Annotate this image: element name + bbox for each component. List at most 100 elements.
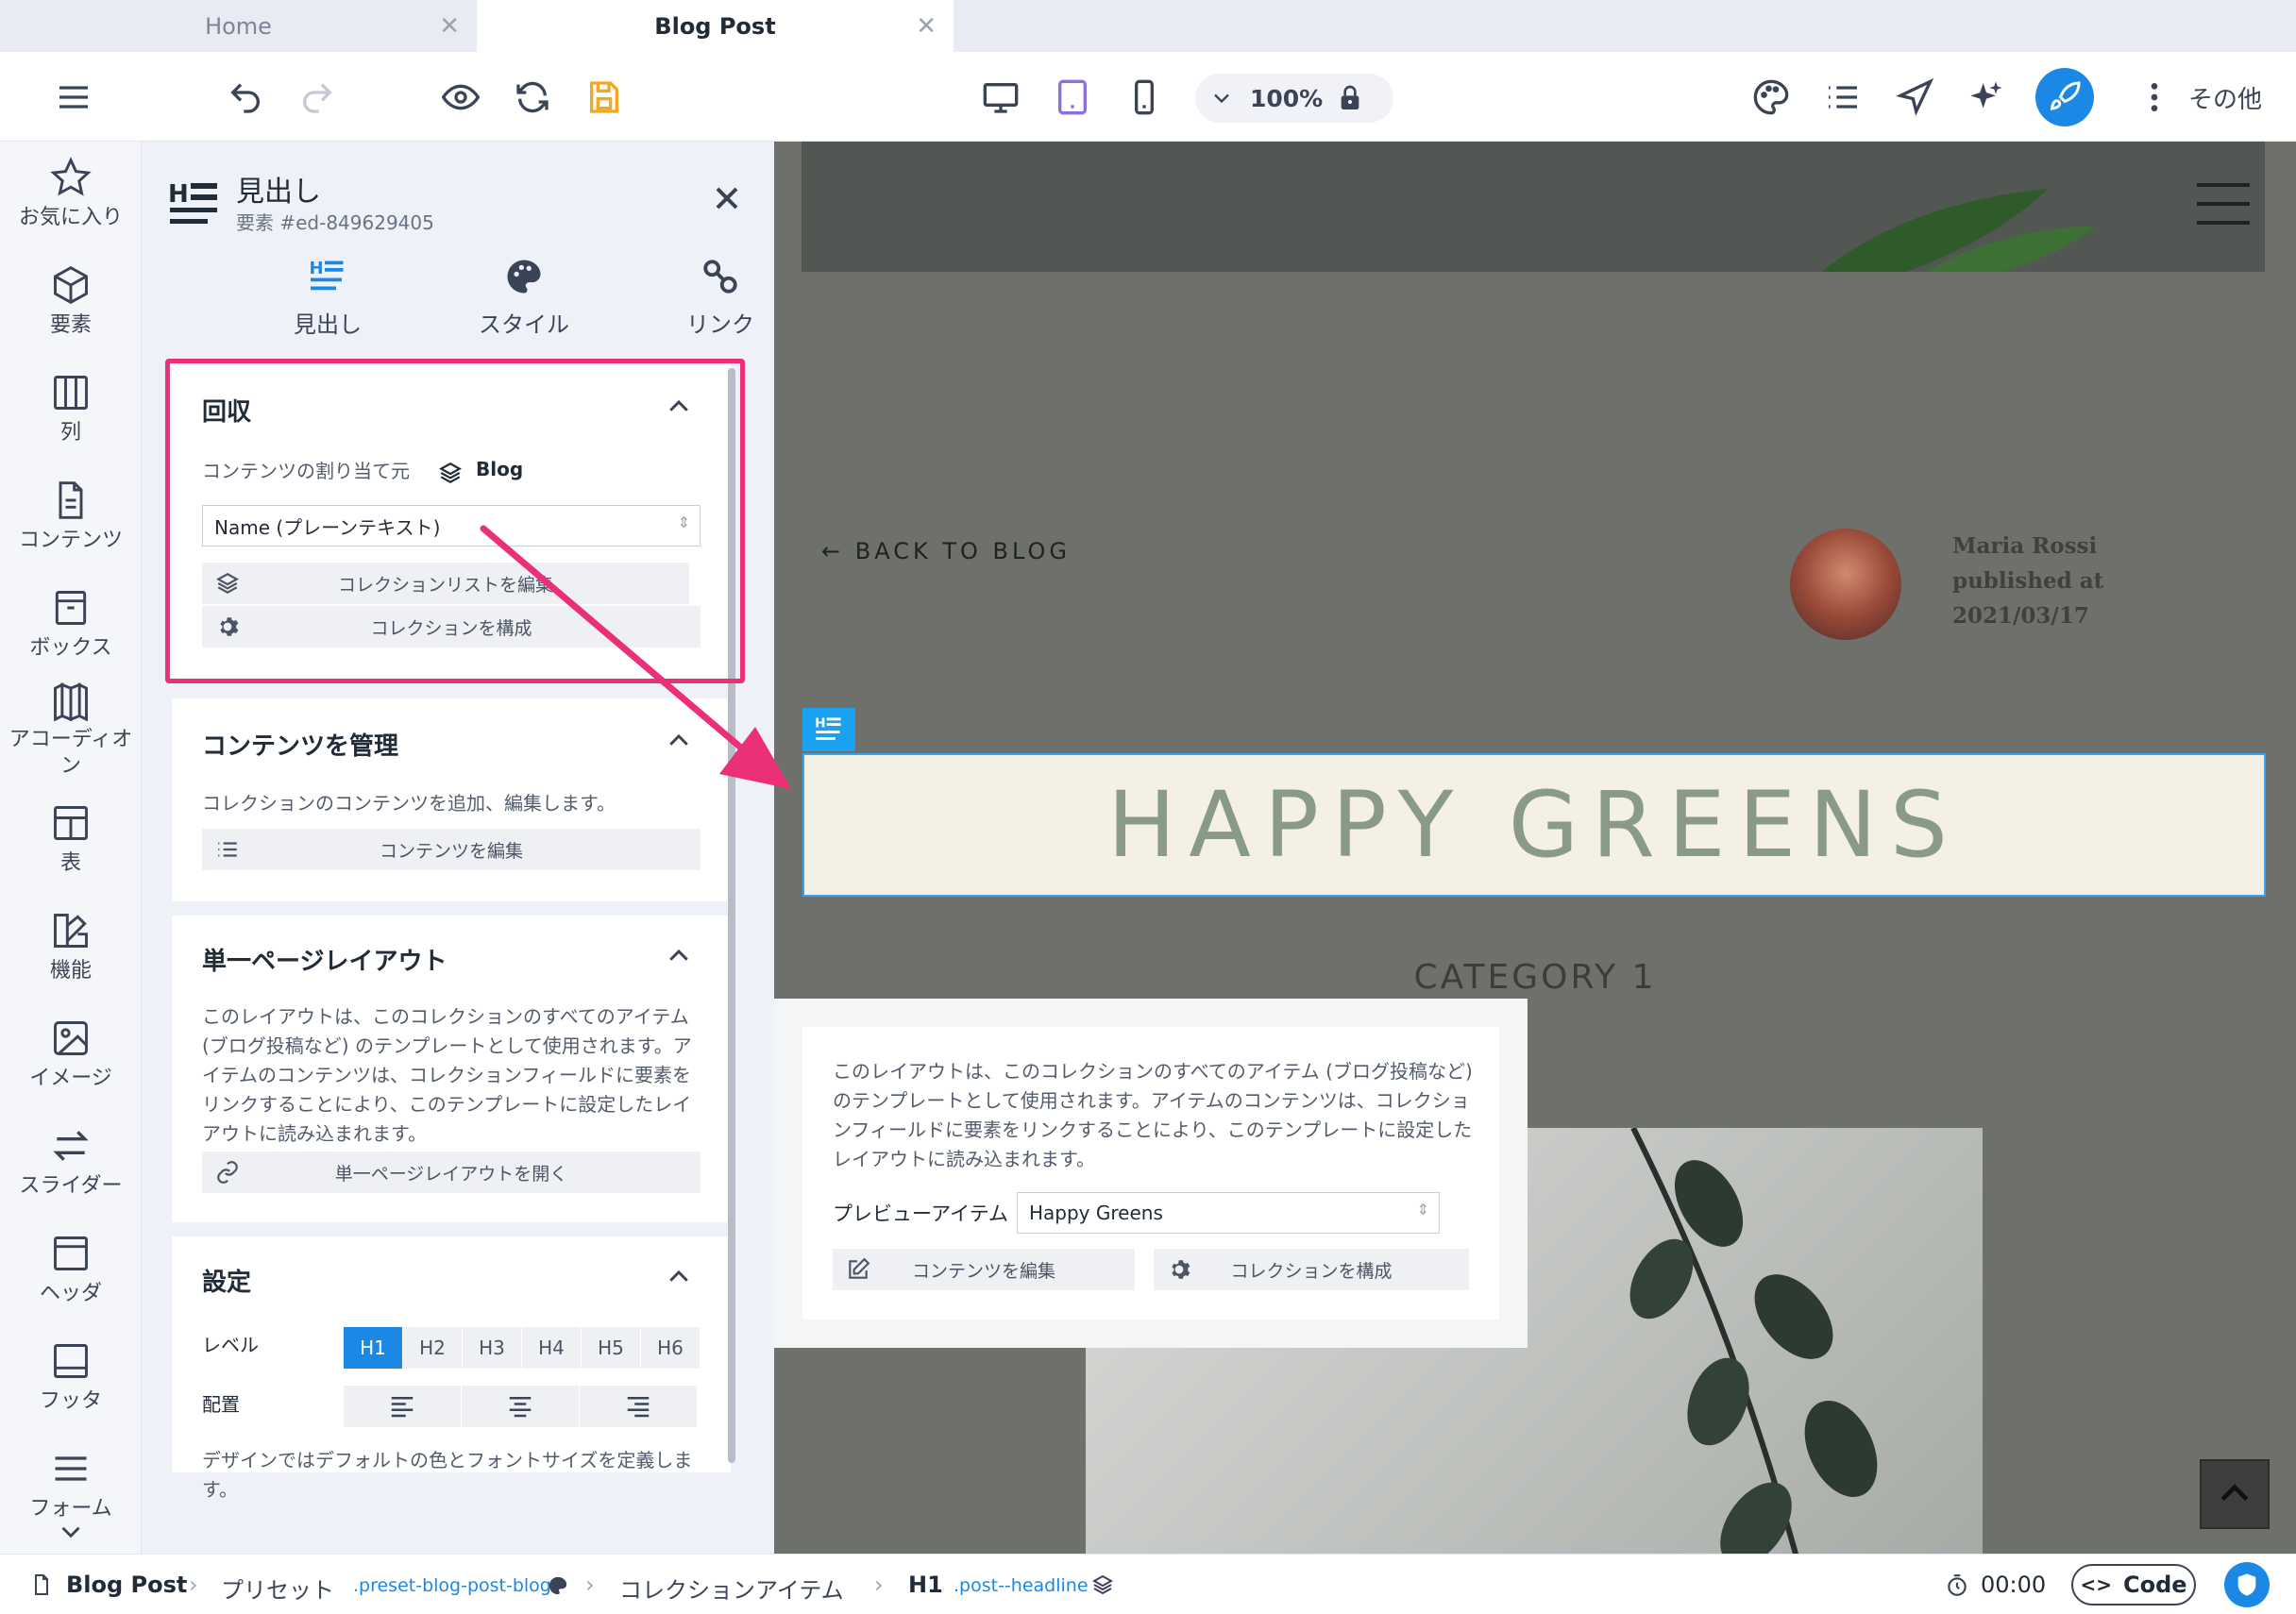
level-h2-button[interactable]: H2 [403,1327,462,1369]
button-label: 単一ページレイアウトを開く [334,1163,568,1185]
undo-icon[interactable] [219,71,272,124]
sidebar-item-slider[interactable]: スライダー [0,1125,141,1201]
align-right-icon [627,1397,650,1418]
align-left-button[interactable] [344,1386,461,1427]
close-icon[interactable]: ✕ [439,12,460,41]
link-icon [217,1161,238,1184]
manage-heading: コンテンツを管理 [202,732,399,761]
chevron-up-icon[interactable] [665,942,693,970]
panel-header: H 見出し 要素 #ed-849629405 [142,142,774,260]
breadcrumb-preset[interactable]: プリセット [221,1572,334,1605]
heading-icon: H [168,180,217,224]
settings-heading: 設定 [202,1269,252,1297]
sidebar-item-elements[interactable]: 要素 [0,264,141,340]
level-h4-button[interactable]: H4 [522,1327,581,1369]
tab-home[interactable]: Home ✕ [0,0,477,52]
tab-link[interactable]: リンク [650,257,774,339]
settings-card: 設定 レベル H1 H2 H3 H4 H5 H6 配置 デザインではデフォルトの… [172,1236,731,1501]
open-single-layout-button[interactable]: 単一ページレイアウトを開く [202,1152,701,1193]
edit-content-button[interactable]: コンテンツを編集 [202,829,701,870]
chevron-up-icon[interactable] [665,1263,693,1291]
preview-eye-icon[interactable] [434,71,487,124]
sidebar-item-accordion[interactable]: アコーディオン [0,680,141,780]
document-icon [59,481,83,519]
breadcrumb-collection[interactable]: コレクションアイテム [619,1572,844,1605]
popover-edit-content-button[interactable]: コンテンツを編集 [833,1249,1135,1290]
button-label: コンテンツを編集 [379,840,523,862]
sidebar-item-header[interactable]: ヘッダ [0,1233,141,1308]
close-icon[interactable] [708,179,746,217]
align-right-button[interactable] [580,1386,697,1427]
tab-label: Blog Post [654,12,776,40]
navigate-icon[interactable] [1888,71,1941,124]
select-arrows-icon: ⇕ [1416,1201,1429,1219]
more-vertical-icon[interactable] [2128,71,2181,124]
annotation-arrow [480,525,791,789]
tablet-view-icon[interactable] [1046,71,1099,124]
lock-icon[interactable] [1335,83,1365,113]
level-h6-button[interactable]: H6 [641,1327,700,1369]
popover-configure-collection-button[interactable]: コレクションを構成 [1154,1249,1469,1290]
image-icon [54,1021,88,1055]
tab-style[interactable]: スタイル [453,257,595,339]
collection-popover: このレイアウトは、このコレクションのすべてのアイテム (ブログ投稿など) のテン… [774,999,1528,1348]
author-name: Maria Rossi [1952,533,2098,559]
preview-item-select[interactable]: Happy Greens ⇕ [1017,1192,1440,1234]
zoom-level: 100% [1250,85,1324,112]
breadcrumb-page[interactable]: Blog Post [66,1572,187,1598]
tab-blog-post[interactable]: Blog Post ✕ [477,0,954,52]
sidebar-item-table[interactable]: 表 [0,802,141,878]
more-button[interactable]: その他 [2188,80,2262,115]
level-h1-button[interactable]: H1 [344,1327,402,1369]
breadcrumb-element-class: .post--headline [954,1575,1089,1596]
code-button[interactable]: <> Code [2071,1564,2196,1606]
level-h3-button[interactable]: H3 [463,1327,521,1369]
menu-icon[interactable] [47,71,100,124]
save-icon[interactable] [578,71,631,124]
palette-icon[interactable] [1745,71,1798,124]
palette-icon [507,260,541,294]
desktop-view-icon[interactable] [974,71,1027,124]
sidebar-item-form[interactable]: フォーム [0,1448,141,1523]
shield-button[interactable] [2224,1562,2270,1607]
edit-icon [849,1257,870,1279]
sidebar-item-content[interactable]: コンテンツ [0,479,141,555]
headline-text: HAPPY GREENS [1107,772,1961,878]
scroll-to-top-button[interactable] [2200,1459,2270,1529]
close-icon[interactable]: ✕ [916,12,937,41]
svg-text:H: H [168,180,189,209]
sidebar-item-favorites[interactable]: お気に入り [0,157,141,232]
breadcrumb-element[interactable]: H1 [908,1572,943,1598]
refresh-icon[interactable] [506,71,559,124]
tab-heading[interactable]: H 見出し [257,257,398,339]
redo-icon[interactable] [291,71,344,124]
align-center-icon [509,1397,532,1418]
button-label: コレクションを構成 [1230,1260,1393,1282]
sidebar-item-box[interactable]: ボックス [0,587,141,663]
sidebar-item-footer[interactable]: フッタ [0,1340,141,1416]
box-icon [55,591,87,625]
sidebar-item-image[interactable]: イメージ [0,1017,141,1093]
settings-note: デザインではデフォルトの色とフォントサイズを定義します。 [202,1449,693,1501]
hamburger-line [2197,221,2250,225]
level-selector: H1 H2 H3 H4 H5 H6 [344,1327,702,1369]
breadcrumb-preset-class: .preset-blog-post-blog [353,1575,551,1596]
ai-sparkle-icon[interactable] [1960,71,2013,124]
chevron-down-icon[interactable] [1208,85,1235,111]
level-h5-button[interactable]: H5 [582,1327,640,1369]
back-to-blog-link[interactable]: ← BACK TO BLOG [821,538,1071,564]
post-headline[interactable]: HAPPY GREENS [802,753,2266,897]
popover-description: このレイアウトは、このコレクションのすべてのアイテム (ブログ投稿など) のテン… [833,1060,1473,1170]
published-label: published at [1952,568,2104,594]
timer-icon [1948,1574,1967,1596]
chevron-down-icon[interactable] [55,1516,87,1548]
align-center-button[interactable] [462,1386,579,1427]
publish-rocket-icon[interactable] [2035,68,2094,126]
toolbar: 100% その他 [0,52,2296,142]
zoom-control[interactable]: 100% [1195,74,1393,123]
shield-icon [2237,1573,2256,1596]
sidebar-item-features[interactable]: 機能 [0,910,141,985]
list-icon[interactable] [1816,71,1869,124]
mobile-view-icon[interactable] [1118,71,1171,124]
sidebar-item-columns[interactable]: 列 [0,372,141,447]
